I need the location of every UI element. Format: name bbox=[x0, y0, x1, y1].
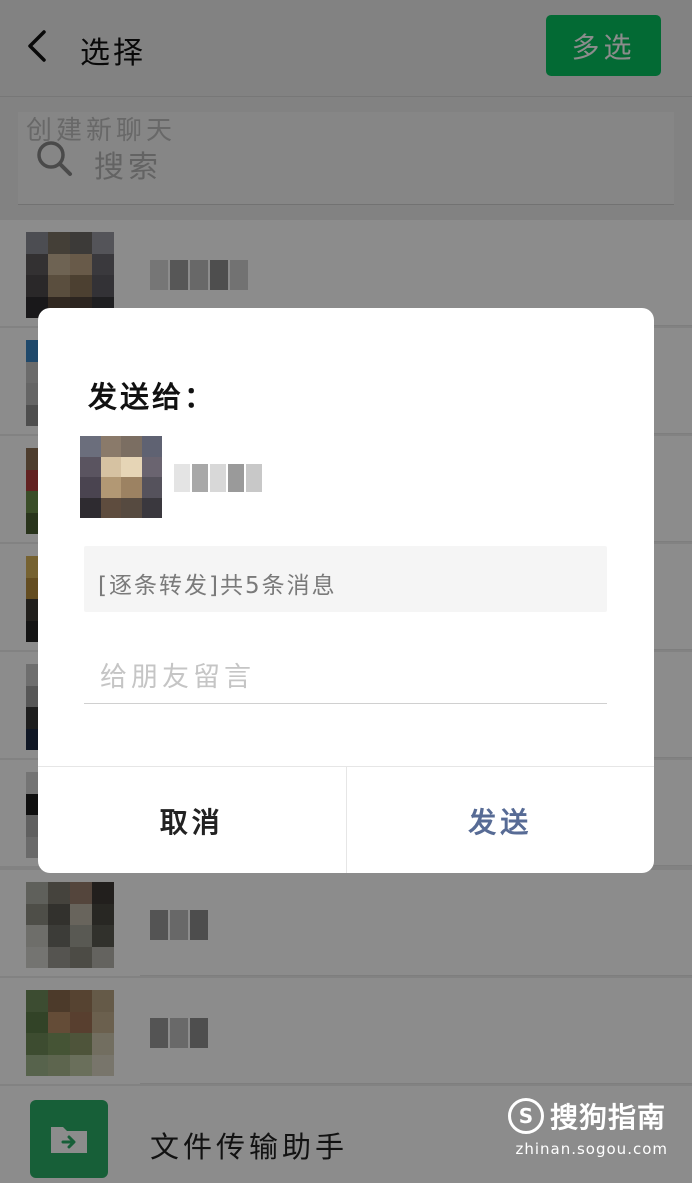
dialog-title: 发送给： bbox=[88, 380, 217, 414]
dialog-actions: 取消 发送 bbox=[38, 766, 654, 873]
forward-message-text: [逐条转发]共5条消息 bbox=[98, 573, 337, 599]
cancel-button[interactable]: 取消 bbox=[38, 767, 347, 873]
recipient-avatar bbox=[80, 436, 162, 518]
leave-message-input[interactable] bbox=[84, 652, 607, 704]
watermark-brand: 搜狗指南 bbox=[550, 1101, 667, 1134]
recipient-name-blurred bbox=[174, 464, 262, 492]
send-dialog: 发送给： [逐条转发]共5条消息 取消 发送 bbox=[38, 308, 654, 873]
sogou-watermark: S 搜狗指南 zhinan.sogou.com bbox=[508, 1096, 668, 1162]
sogou-logo-icon: S bbox=[508, 1098, 544, 1134]
select-contact-screen: 选择 多选 搜索 创建新聊天 文件传输助手 发送给： [逐条转发]共5条消息 给… bbox=[0, 0, 692, 1183]
send-button[interactable]: 发送 bbox=[347, 767, 655, 873]
watermark-url: zhinan.sogou.com bbox=[515, 1140, 668, 1158]
forward-message-preview: [逐条转发]共5条消息 bbox=[84, 546, 607, 612]
